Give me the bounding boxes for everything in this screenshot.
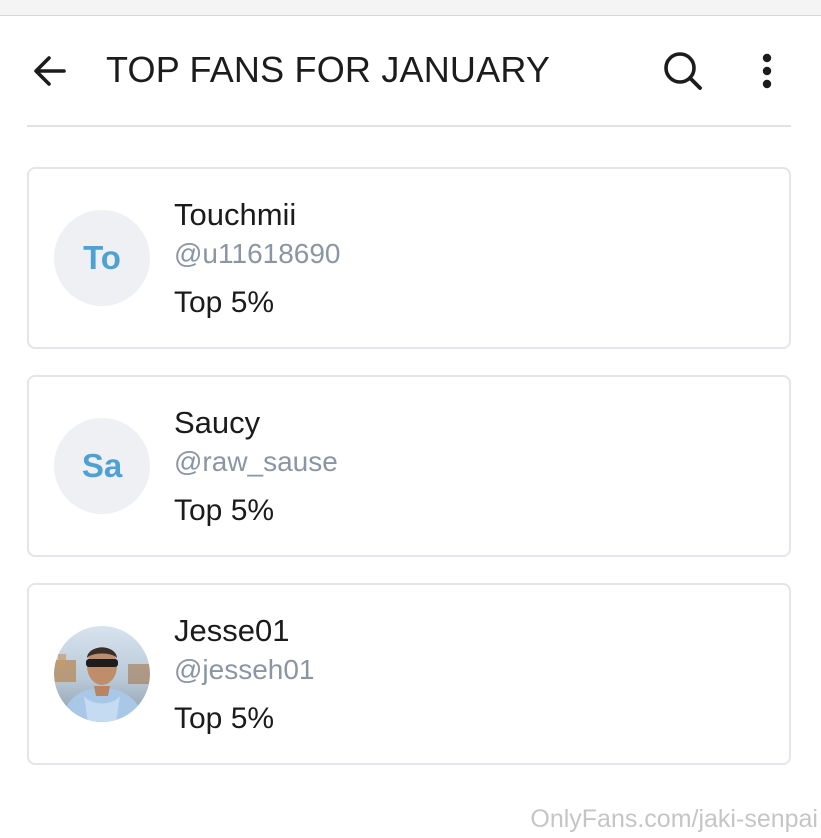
more-options-button[interactable] (750, 48, 784, 94)
header-divider (27, 125, 791, 127)
fan-username[interactable]: @u11618690 (174, 236, 341, 272)
fan-display-name[interactable]: Jesse01 (174, 611, 289, 651)
fan-card[interactable]: To Touchmii @u11618690 Top 5% (27, 167, 791, 349)
fan-display-name[interactable]: Touchmii (174, 195, 296, 235)
top-fans-list: To Touchmii @u11618690 Top 5% Sa Saucy @… (27, 167, 791, 791)
profile-photo-icon (54, 626, 150, 722)
avatar-photo[interactable] (54, 626, 150, 722)
app-header: TOP FANS FOR JANUARY (0, 16, 821, 126)
fan-rank: Top 5% (174, 494, 275, 527)
fan-username[interactable]: @raw_sause (174, 444, 338, 480)
arrow-left-icon (34, 56, 66, 86)
fan-card[interactable]: Jesse01 @jesseh01 Top 5% (27, 583, 791, 765)
page-title: TOP FANS FOR JANUARY (106, 49, 551, 90)
search-button[interactable] (660, 48, 706, 94)
fan-rank: Top 5% (174, 702, 275, 735)
avatar[interactable]: To (54, 210, 150, 306)
fan-rank: Top 5% (174, 286, 275, 319)
status-bar-strip (0, 0, 821, 16)
avatar[interactable]: Sa (54, 418, 150, 514)
search-icon (664, 52, 702, 90)
fan-username[interactable]: @jesseh01 (174, 652, 315, 688)
fan-display-name[interactable]: Saucy (174, 403, 260, 443)
avatar-initials: To (83, 239, 121, 276)
back-button[interactable] (28, 51, 72, 91)
avatar-initials: Sa (81, 447, 123, 484)
more-vertical-icon (762, 53, 772, 89)
watermark: OnlyFans.com/jaki-senpai (530, 805, 818, 833)
fan-card[interactable]: Sa Saucy @raw_sause Top 5% (27, 375, 791, 557)
